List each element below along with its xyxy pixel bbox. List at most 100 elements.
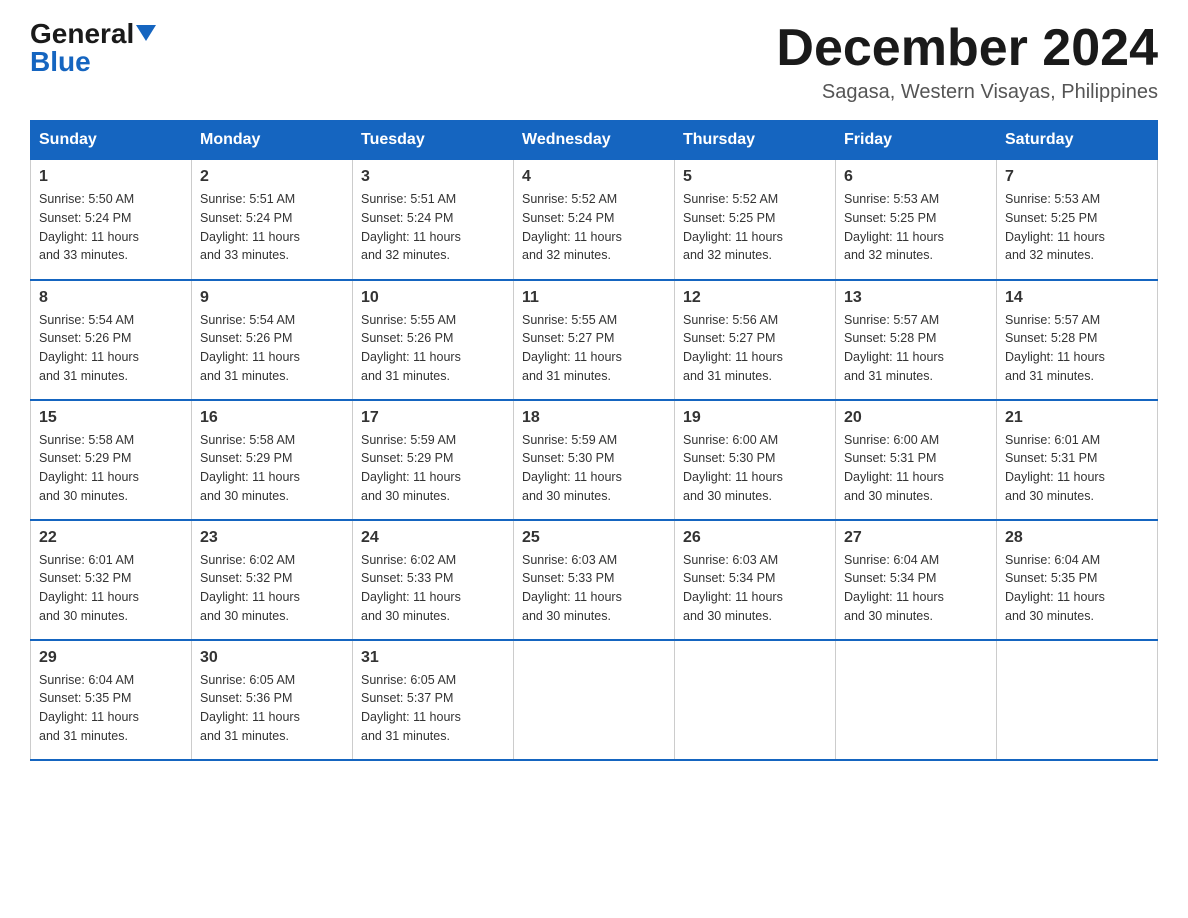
- calendar-cell: 3Sunrise: 5:51 AM Sunset: 5:24 PM Daylig…: [353, 160, 514, 280]
- day-info: Sunrise: 6:05 AM Sunset: 5:37 PM Dayligh…: [361, 671, 505, 746]
- calendar-cell: 15Sunrise: 5:58 AM Sunset: 5:29 PM Dayli…: [31, 400, 192, 520]
- calendar-header-wednesday: Wednesday: [514, 121, 675, 160]
- day-info: Sunrise: 5:57 AM Sunset: 5:28 PM Dayligh…: [844, 311, 988, 386]
- day-number: 24: [361, 529, 505, 547]
- calendar-cell: 25 Sunrise: 6:03 AM Sunset: 5:33 PM Dayli…: [514, 520, 675, 640]
- day-info: Sunrise: 6:01 AM Sunset: 5:31 PM Dayligh…: [1005, 431, 1149, 506]
- calendar-header-saturday: Saturday: [997, 121, 1158, 160]
- day-number: 23: [200, 529, 344, 547]
- calendar-cell: 19 Sunrise: 6:00 AM Sunset: 5:30 PM Dayli…: [675, 400, 836, 520]
- calendar-cell: [997, 640, 1158, 760]
- day-number: 22: [39, 529, 183, 547]
- calendar-cell: 18 Sunrise: 5:59 AM Sunset: 5:30 PM Dayli…: [514, 400, 675, 520]
- day-info: Sunrise: 5:54 AM Sunset: 5:26 PM Dayligh…: [200, 311, 344, 386]
- day-number: 8: [39, 289, 183, 307]
- calendar-cell: 24 Sunrise: 6:02 AM Sunset: 5:33 PM Dayli…: [353, 520, 514, 640]
- page-header: General Blue December 2024 Sagasa, Weste…: [30, 20, 1158, 104]
- calendar-cell: 26 Sunrise: 6:03 AM Sunset: 5:34 PM Dayli…: [675, 520, 836, 640]
- day-number: 28: [1005, 529, 1149, 547]
- day-number: 30: [200, 649, 344, 667]
- day-number: 10: [361, 289, 505, 307]
- day-number: 17: [361, 409, 505, 427]
- day-info: Sunrise: 6:04 AM Sunset: 5:35 PM Dayligh…: [39, 671, 183, 746]
- day-info: Sunrise: 5:57 AM Sunset: 5:28 PM Dayligh…: [1005, 311, 1149, 386]
- logo-triangle-icon: [136, 25, 156, 41]
- day-number: 4: [522, 168, 666, 186]
- day-info: Sunrise: 6:04 AM Sunset: 5:34 PM Dayligh…: [844, 551, 988, 626]
- calendar-cell: 31 Sunrise: 6:05 AM Sunset: 5:37 PM Dayli…: [353, 640, 514, 760]
- logo-blue-text: Blue: [30, 48, 91, 76]
- day-info: Sunrise: 6:00 AM Sunset: 5:31 PM Dayligh…: [844, 431, 988, 506]
- calendar-cell: 7Sunrise: 5:53 AM Sunset: 5:25 PM Daylig…: [997, 160, 1158, 280]
- day-info: Sunrise: 5:55 AM Sunset: 5:27 PM Dayligh…: [522, 311, 666, 386]
- day-info: Sunrise: 6:01 AM Sunset: 5:32 PM Dayligh…: [39, 551, 183, 626]
- day-info: Sunrise: 5:59 AM Sunset: 5:30 PM Dayligh…: [522, 431, 666, 506]
- day-info: Sunrise: 6:02 AM Sunset: 5:33 PM Dayligh…: [361, 551, 505, 626]
- day-number: 6: [844, 168, 988, 186]
- day-number: 14: [1005, 289, 1149, 307]
- logo: General Blue: [30, 20, 156, 76]
- calendar-cell: 12Sunrise: 5:56 AM Sunset: 5:27 PM Dayli…: [675, 280, 836, 400]
- calendar-cell: [836, 640, 997, 760]
- day-number: 9: [200, 289, 344, 307]
- day-info: Sunrise: 5:58 AM Sunset: 5:29 PM Dayligh…: [200, 431, 344, 506]
- day-number: 20: [844, 409, 988, 427]
- day-number: 11: [522, 289, 666, 307]
- day-number: 5: [683, 168, 827, 186]
- month-title: December 2024: [776, 20, 1158, 77]
- calendar-header-friday: Friday: [836, 121, 997, 160]
- day-number: 21: [1005, 409, 1149, 427]
- calendar-header-row: SundayMondayTuesdayWednesdayThursdayFrid…: [31, 121, 1158, 160]
- calendar-cell: 8 Sunrise: 5:54 AM Sunset: 5:26 PM Daylig…: [31, 280, 192, 400]
- calendar-cell: 21 Sunrise: 6:01 AM Sunset: 5:31 PM Dayli…: [997, 400, 1158, 520]
- calendar-cell: [514, 640, 675, 760]
- calendar-cell: 16Sunrise: 5:58 AM Sunset: 5:29 PM Dayli…: [192, 400, 353, 520]
- day-info: Sunrise: 5:50 AM Sunset: 5:24 PM Dayligh…: [39, 190, 183, 265]
- calendar-cell: 23 Sunrise: 6:02 AM Sunset: 5:32 PM Dayli…: [192, 520, 353, 640]
- calendar-table: SundayMondayTuesdayWednesdayThursdayFrid…: [30, 120, 1158, 761]
- calendar-cell: 9 Sunrise: 5:54 AM Sunset: 5:26 PM Daylig…: [192, 280, 353, 400]
- day-number: 19: [683, 409, 827, 427]
- day-number: 31: [361, 649, 505, 667]
- day-number: 25: [522, 529, 666, 547]
- calendar-cell: 29Sunrise: 6:04 AM Sunset: 5:35 PM Dayli…: [31, 640, 192, 760]
- day-info: Sunrise: 5:58 AM Sunset: 5:29 PM Dayligh…: [39, 431, 183, 506]
- day-info: Sunrise: 6:05 AM Sunset: 5:36 PM Dayligh…: [200, 671, 344, 746]
- calendar-header-tuesday: Tuesday: [353, 121, 514, 160]
- calendar-cell: 22 Sunrise: 6:01 AM Sunset: 5:32 PM Dayli…: [31, 520, 192, 640]
- calendar-week-row: 8 Sunrise: 5:54 AM Sunset: 5:26 PM Daylig…: [31, 280, 1158, 400]
- calendar-cell: 5 Sunrise: 5:52 AM Sunset: 5:25 PM Daylig…: [675, 160, 836, 280]
- day-number: 1: [39, 168, 183, 186]
- title-area: December 2024 Sagasa, Western Visayas, P…: [776, 20, 1158, 104]
- day-number: 2: [200, 168, 344, 186]
- day-number: 18: [522, 409, 666, 427]
- day-info: Sunrise: 5:52 AM Sunset: 5:24 PM Dayligh…: [522, 190, 666, 265]
- calendar-cell: [675, 640, 836, 760]
- calendar-cell: 2 Sunrise: 5:51 AM Sunset: 5:24 PM Daylig…: [192, 160, 353, 280]
- day-info: Sunrise: 6:00 AM Sunset: 5:30 PM Dayligh…: [683, 431, 827, 506]
- day-info: Sunrise: 5:56 AM Sunset: 5:27 PM Dayligh…: [683, 311, 827, 386]
- day-number: 13: [844, 289, 988, 307]
- day-info: Sunrise: 5:55 AM Sunset: 5:26 PM Dayligh…: [361, 311, 505, 386]
- calendar-cell: 20 Sunrise: 6:00 AM Sunset: 5:31 PM Dayli…: [836, 400, 997, 520]
- day-info: Sunrise: 6:03 AM Sunset: 5:34 PM Dayligh…: [683, 551, 827, 626]
- day-number: 26: [683, 529, 827, 547]
- calendar-week-row: 15Sunrise: 5:58 AM Sunset: 5:29 PM Dayli…: [31, 400, 1158, 520]
- day-info: Sunrise: 6:03 AM Sunset: 5:33 PM Dayligh…: [522, 551, 666, 626]
- calendar-cell: 17Sunrise: 5:59 AM Sunset: 5:29 PM Dayli…: [353, 400, 514, 520]
- day-info: Sunrise: 6:02 AM Sunset: 5:32 PM Dayligh…: [200, 551, 344, 626]
- day-info: Sunrise: 5:54 AM Sunset: 5:26 PM Dayligh…: [39, 311, 183, 386]
- day-number: 3: [361, 168, 505, 186]
- calendar-cell: 28 Sunrise: 6:04 AM Sunset: 5:35 PM Dayli…: [997, 520, 1158, 640]
- calendar-week-row: 1 Sunrise: 5:50 AM Sunset: 5:24 PM Daylig…: [31, 160, 1158, 280]
- day-info: Sunrise: 5:51 AM Sunset: 5:24 PM Dayligh…: [200, 190, 344, 265]
- calendar-cell: 11 Sunrise: 5:55 AM Sunset: 5:27 PM Dayli…: [514, 280, 675, 400]
- calendar-cell: 10 Sunrise: 5:55 AM Sunset: 5:26 PM Dayli…: [353, 280, 514, 400]
- day-info: Sunrise: 5:52 AM Sunset: 5:25 PM Dayligh…: [683, 190, 827, 265]
- calendar-cell: 13 Sunrise: 5:57 AM Sunset: 5:28 PM Dayli…: [836, 280, 997, 400]
- day-number: 7: [1005, 168, 1149, 186]
- location-text: Sagasa, Western Visayas, Philippines: [776, 81, 1158, 104]
- day-info: Sunrise: 6:04 AM Sunset: 5:35 PM Dayligh…: [1005, 551, 1149, 626]
- calendar-cell: 1 Sunrise: 5:50 AM Sunset: 5:24 PM Daylig…: [31, 160, 192, 280]
- calendar-week-row: 22 Sunrise: 6:01 AM Sunset: 5:32 PM Dayli…: [31, 520, 1158, 640]
